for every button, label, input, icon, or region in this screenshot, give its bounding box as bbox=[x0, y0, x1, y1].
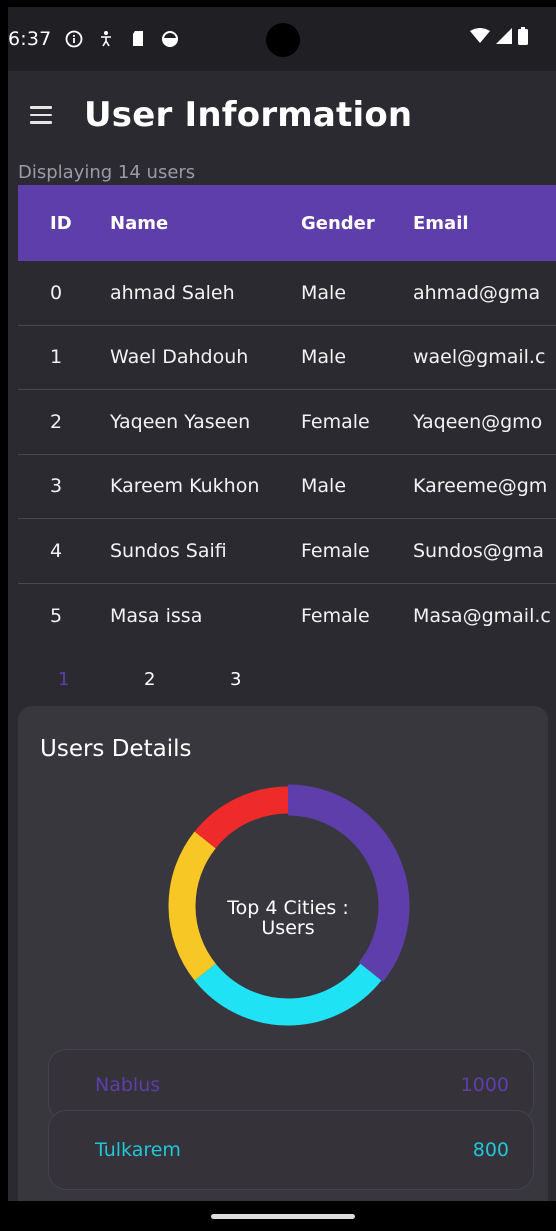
city-item-tulkarem[interactable]: Tulkarem 800 bbox=[48, 1110, 534, 1190]
navigation-handle[interactable] bbox=[211, 1214, 355, 1219]
pagination: 1 2 3 bbox=[18, 648, 556, 710]
circle-status-icon bbox=[161, 30, 179, 48]
signal-icon bbox=[496, 28, 512, 48]
cell-email: Sundos@gma bbox=[413, 539, 544, 562]
city-name: Tulkarem bbox=[95, 1139, 181, 1161]
cell-email: Masa@gmail.c bbox=[413, 604, 551, 627]
cell-name: ahmad Saleh bbox=[110, 281, 235, 304]
cell-gender: Female bbox=[301, 410, 370, 433]
city-value: 1000 bbox=[460, 1074, 509, 1096]
column-header-gender[interactable]: Gender bbox=[301, 213, 413, 234]
table-header: ID Name Gender Email bbox=[18, 185, 556, 261]
page-button-1[interactable]: 1 bbox=[18, 669, 104, 690]
card-title: Users Details bbox=[40, 736, 192, 762]
app-screen: 6:37 User Information Displaying 14 user… bbox=[8, 7, 556, 1201]
column-header-email[interactable]: Email bbox=[413, 213, 556, 234]
table-row[interactable]: 2 Yaqeen Yaseen Female Yaqeen@gmo bbox=[18, 390, 556, 455]
cell-name: Yaqeen Yaseen bbox=[110, 410, 251, 433]
info-icon bbox=[65, 30, 83, 48]
menu-icon[interactable] bbox=[30, 95, 70, 135]
table-row[interactable]: 1 Wael Dahdouh Male wael@gmail.c bbox=[18, 326, 556, 390]
cell-id: 3 bbox=[50, 475, 63, 498]
cell-email: wael@gmail.c bbox=[413, 346, 546, 369]
page-button-3[interactable]: 3 bbox=[190, 669, 276, 690]
city-name: Nablus bbox=[95, 1074, 161, 1096]
wifi-icon bbox=[470, 28, 490, 48]
page-title: User Information bbox=[84, 95, 413, 135]
status-time: 6:37 bbox=[8, 28, 52, 50]
column-header-id[interactable]: ID bbox=[18, 213, 110, 234]
cell-email: Kareeme@gm bbox=[413, 475, 548, 498]
cell-gender: Female bbox=[301, 539, 370, 562]
table-row[interactable]: 3 Kareem Kukhon Male Kareeme@gm bbox=[18, 455, 556, 519]
cell-gender: Female bbox=[301, 604, 370, 627]
status-bar: 6:37 bbox=[8, 7, 556, 71]
cell-gender: Male bbox=[301, 281, 347, 304]
cell-id: 1 bbox=[50, 346, 63, 369]
battery-icon bbox=[518, 27, 528, 49]
cell-id: 0 bbox=[50, 281, 63, 304]
cell-name: Kareem Kukhon bbox=[110, 475, 260, 498]
table-row[interactable]: 0 ahmad Saleh Male ahmad@gma bbox=[18, 261, 556, 326]
cell-gender: Male bbox=[301, 346, 347, 369]
column-header-name[interactable]: Name bbox=[110, 213, 301, 234]
camera-cutout bbox=[266, 23, 300, 57]
table-row[interactable]: 5 Masa issa Female Masa@gmail.c bbox=[18, 584, 556, 649]
page-button-2[interactable]: 2 bbox=[104, 669, 190, 690]
cell-id: 4 bbox=[50, 539, 63, 562]
cell-email: Yaqeen@gmo bbox=[413, 410, 543, 433]
donut-center-label: Top 4 Cities : Users bbox=[163, 898, 413, 938]
cell-id: 5 bbox=[50, 604, 63, 627]
donut-label-line2: Users bbox=[261, 917, 315, 939]
accessibility-icon bbox=[97, 30, 115, 48]
city-value: 800 bbox=[472, 1139, 509, 1161]
users-table: ID Name Gender Email 0 ahmad Saleh Male … bbox=[18, 185, 556, 648]
donut-slice[interactable] bbox=[194, 963, 382, 1026]
cell-name: Masa issa bbox=[110, 604, 203, 627]
donut-slice[interactable] bbox=[194, 786, 289, 849]
donut-label-line1: Top 4 Cities : bbox=[227, 897, 349, 919]
cell-name: Wael Dahdouh bbox=[110, 346, 249, 369]
table-row[interactable]: 4 Sundos Saifi Female Sundos@gma bbox=[18, 519, 556, 584]
users-count-text: Displaying 14 users bbox=[18, 162, 196, 183]
cell-name: Sundos Saifi bbox=[110, 539, 227, 562]
sd-card-icon bbox=[129, 30, 147, 48]
donut-slice[interactable] bbox=[287, 784, 410, 982]
cell-email: ahmad@gma bbox=[413, 281, 541, 304]
cell-gender: Male bbox=[301, 475, 347, 498]
cell-id: 2 bbox=[50, 410, 63, 433]
app-bar: User Information bbox=[8, 71, 556, 159]
